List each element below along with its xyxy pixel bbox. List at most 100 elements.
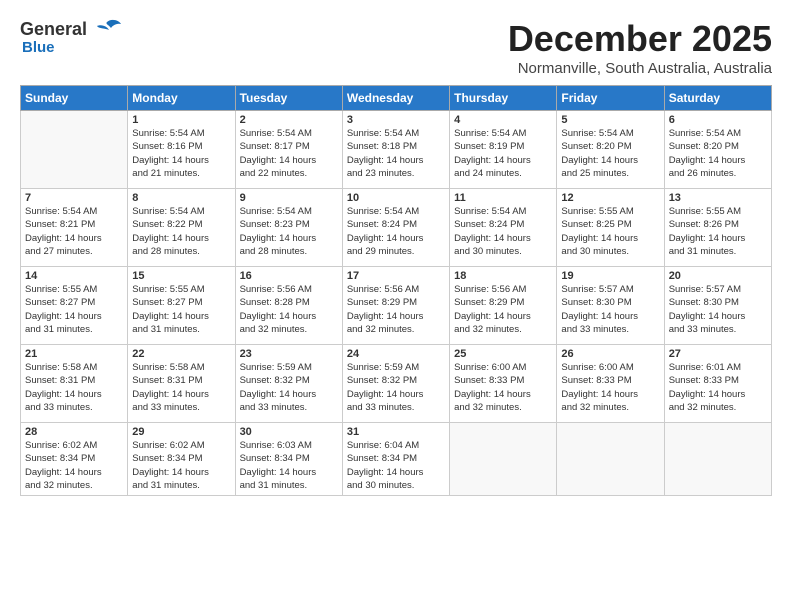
cell-info: and 28 minutes. bbox=[240, 245, 338, 258]
logo-bird-icon bbox=[93, 18, 121, 40]
day-number: 28 bbox=[25, 426, 123, 438]
cell-info: Daylight: 14 hours bbox=[240, 154, 338, 167]
logo-blue: Blue bbox=[22, 40, 55, 55]
cell-info: Sunrise: 6:02 AM bbox=[25, 439, 123, 452]
calendar-cell: 5Sunrise: 5:54 AMSunset: 8:20 PMDaylight… bbox=[557, 111, 664, 189]
cell-info: Daylight: 14 hours bbox=[347, 388, 445, 401]
day-header-saturday: Saturday bbox=[664, 86, 771, 111]
cell-info: and 22 minutes. bbox=[240, 167, 338, 180]
cell-info: Sunset: 8:20 PM bbox=[669, 140, 767, 153]
cell-info: Sunrise: 5:55 AM bbox=[132, 283, 230, 296]
cell-info: Sunrise: 5:54 AM bbox=[132, 127, 230, 140]
calendar-table: SundayMondayTuesdayWednesdayThursdayFrid… bbox=[20, 85, 772, 496]
calendar-cell: 26Sunrise: 6:00 AMSunset: 8:33 PMDayligh… bbox=[557, 345, 664, 423]
day-number: 13 bbox=[669, 192, 767, 204]
calendar-cell bbox=[450, 423, 557, 496]
cell-info: Sunrise: 6:00 AM bbox=[561, 361, 659, 374]
cell-info: Sunset: 8:27 PM bbox=[25, 296, 123, 309]
day-number: 14 bbox=[25, 270, 123, 282]
cell-info: Daylight: 14 hours bbox=[454, 310, 552, 323]
cell-info: Daylight: 14 hours bbox=[240, 232, 338, 245]
day-number: 9 bbox=[240, 192, 338, 204]
cell-info: Sunrise: 5:54 AM bbox=[561, 127, 659, 140]
calendar-cell bbox=[557, 423, 664, 496]
day-number: 24 bbox=[347, 348, 445, 360]
cell-info: Daylight: 14 hours bbox=[561, 388, 659, 401]
cell-info: Daylight: 14 hours bbox=[132, 232, 230, 245]
day-header-tuesday: Tuesday bbox=[235, 86, 342, 111]
cell-info: and 27 minutes. bbox=[25, 245, 123, 258]
cell-info: Daylight: 14 hours bbox=[454, 232, 552, 245]
calendar-cell: 4Sunrise: 5:54 AMSunset: 8:19 PMDaylight… bbox=[450, 111, 557, 189]
day-number: 3 bbox=[347, 114, 445, 126]
cell-info: Sunrise: 5:54 AM bbox=[25, 205, 123, 218]
calendar-cell bbox=[21, 111, 128, 189]
cell-info: Sunrise: 5:55 AM bbox=[25, 283, 123, 296]
calendar-cell bbox=[664, 423, 771, 496]
cell-info: Sunset: 8:19 PM bbox=[454, 140, 552, 153]
calendar-cell: 18Sunrise: 5:56 AMSunset: 8:29 PMDayligh… bbox=[450, 267, 557, 345]
week-row-1: 1Sunrise: 5:54 AMSunset: 8:16 PMDaylight… bbox=[21, 111, 772, 189]
cell-info: Daylight: 14 hours bbox=[25, 232, 123, 245]
calendar-cell: 15Sunrise: 5:55 AMSunset: 8:27 PMDayligh… bbox=[128, 267, 235, 345]
cell-info: and 30 minutes. bbox=[347, 479, 445, 492]
week-row-3: 14Sunrise: 5:55 AMSunset: 8:27 PMDayligh… bbox=[21, 267, 772, 345]
day-number: 2 bbox=[240, 114, 338, 126]
location: Normanville, South Australia, Australia bbox=[508, 60, 772, 77]
cell-info: Sunset: 8:24 PM bbox=[454, 218, 552, 231]
cell-info: Sunset: 8:33 PM bbox=[454, 374, 552, 387]
cell-info: and 31 minutes. bbox=[132, 323, 230, 336]
calendar-cell: 20Sunrise: 5:57 AMSunset: 8:30 PMDayligh… bbox=[664, 267, 771, 345]
week-row-2: 7Sunrise: 5:54 AMSunset: 8:21 PMDaylight… bbox=[21, 189, 772, 267]
calendar-cell: 14Sunrise: 5:55 AMSunset: 8:27 PMDayligh… bbox=[21, 267, 128, 345]
cell-info: Sunrise: 5:58 AM bbox=[25, 361, 123, 374]
day-number: 31 bbox=[347, 426, 445, 438]
cell-info: Sunrise: 5:54 AM bbox=[132, 205, 230, 218]
cell-info: Sunrise: 5:59 AM bbox=[240, 361, 338, 374]
cell-info: Sunset: 8:30 PM bbox=[561, 296, 659, 309]
calendar-cell: 8Sunrise: 5:54 AMSunset: 8:22 PMDaylight… bbox=[128, 189, 235, 267]
cell-info: Sunset: 8:31 PM bbox=[25, 374, 123, 387]
cell-info: Sunrise: 6:01 AM bbox=[669, 361, 767, 374]
day-number: 15 bbox=[132, 270, 230, 282]
page: General Blue December 2025 Normanville, … bbox=[0, 0, 792, 612]
calendar-cell: 29Sunrise: 6:02 AMSunset: 8:34 PMDayligh… bbox=[128, 423, 235, 496]
calendar-cell: 7Sunrise: 5:54 AMSunset: 8:21 PMDaylight… bbox=[21, 189, 128, 267]
calendar-cell: 3Sunrise: 5:54 AMSunset: 8:18 PMDaylight… bbox=[342, 111, 449, 189]
cell-info: Daylight: 14 hours bbox=[132, 310, 230, 323]
calendar-cell: 23Sunrise: 5:59 AMSunset: 8:32 PMDayligh… bbox=[235, 345, 342, 423]
month-title: December 2025 bbox=[508, 18, 772, 60]
calendar-cell: 31Sunrise: 6:04 AMSunset: 8:34 PMDayligh… bbox=[342, 423, 449, 496]
cell-info: Sunset: 8:34 PM bbox=[25, 452, 123, 465]
cell-info: Sunrise: 5:56 AM bbox=[240, 283, 338, 296]
cell-info: Sunrise: 5:55 AM bbox=[669, 205, 767, 218]
title-block: December 2025 Normanville, South Austral… bbox=[508, 18, 772, 77]
cell-info: Sunset: 8:17 PM bbox=[240, 140, 338, 153]
cell-info: Sunset: 8:32 PM bbox=[240, 374, 338, 387]
cell-info: Daylight: 14 hours bbox=[561, 310, 659, 323]
cell-info: Sunset: 8:34 PM bbox=[132, 452, 230, 465]
cell-info: and 23 minutes. bbox=[347, 167, 445, 180]
day-number: 21 bbox=[25, 348, 123, 360]
cell-info: Sunrise: 5:55 AM bbox=[561, 205, 659, 218]
cell-info: Daylight: 14 hours bbox=[132, 466, 230, 479]
calendar-cell: 24Sunrise: 5:59 AMSunset: 8:32 PMDayligh… bbox=[342, 345, 449, 423]
cell-info: Sunset: 8:29 PM bbox=[454, 296, 552, 309]
cell-info: Daylight: 14 hours bbox=[669, 388, 767, 401]
cell-info: Sunrise: 5:56 AM bbox=[454, 283, 552, 296]
cell-info: Daylight: 14 hours bbox=[25, 310, 123, 323]
cell-info: and 21 minutes. bbox=[132, 167, 230, 180]
cell-info: Daylight: 14 hours bbox=[25, 466, 123, 479]
calendar-cell: 25Sunrise: 6:00 AMSunset: 8:33 PMDayligh… bbox=[450, 345, 557, 423]
cell-info: Sunset: 8:31 PM bbox=[132, 374, 230, 387]
calendar-cell: 12Sunrise: 5:55 AMSunset: 8:25 PMDayligh… bbox=[557, 189, 664, 267]
cell-info: Sunset: 8:22 PM bbox=[132, 218, 230, 231]
cell-info: and 26 minutes. bbox=[669, 167, 767, 180]
cell-info: and 32 minutes. bbox=[240, 323, 338, 336]
header: General Blue December 2025 Normanville, … bbox=[20, 18, 772, 77]
calendar-cell: 9Sunrise: 5:54 AMSunset: 8:23 PMDaylight… bbox=[235, 189, 342, 267]
cell-info: and 33 minutes. bbox=[561, 323, 659, 336]
cell-info: Daylight: 14 hours bbox=[347, 154, 445, 167]
cell-info: Sunset: 8:32 PM bbox=[347, 374, 445, 387]
day-number: 26 bbox=[561, 348, 659, 360]
